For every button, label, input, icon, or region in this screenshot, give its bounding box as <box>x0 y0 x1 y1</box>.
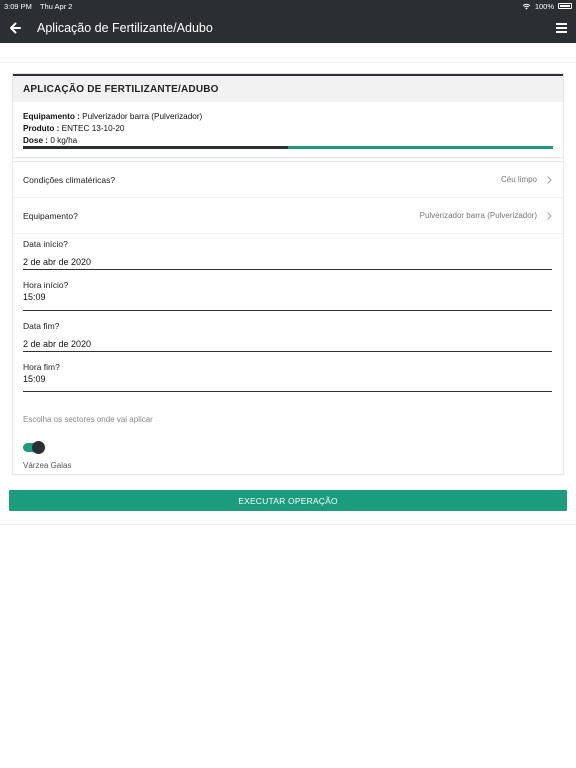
summary-equipment-label: Equipamento : <box>23 112 80 121</box>
equipment-label: Equipamento? <box>23 210 78 221</box>
menu-button[interactable] <box>546 12 576 43</box>
start-time-input[interactable]: 15:09 <box>23 292 46 302</box>
status-right: 100% <box>522 2 572 11</box>
start-date-label: Data início? <box>23 239 68 249</box>
execute-operation-button[interactable]: EXECUTAR OPERAÇÃO <box>9 490 567 511</box>
divider <box>0 524 576 525</box>
climate-row[interactable]: Condições climatéricas? Céu limpo <box>13 162 563 197</box>
hamburger-menu-icon <box>555 22 567 33</box>
form-card: Condições climatéricas? Céu limpo Equipa… <box>13 162 563 474</box>
sector-label: Várzea Galas <box>23 461 72 470</box>
wifi-icon <box>522 3 531 10</box>
end-time-underline <box>23 391 552 392</box>
chevron-right-icon <box>547 175 552 184</box>
summary-equipment-value: Pulverizador barra (Pulverizador) <box>82 112 203 121</box>
sector-toggle[interactable] <box>23 441 45 454</box>
equipment-value: Pulverizador barra (Pulverizador) <box>419 211 537 220</box>
summary-header: APLICAÇÃO DE FERTILIZANTE/ADUBO <box>13 76 563 102</box>
start-time-underline <box>23 310 552 311</box>
climate-value: Céu limpo <box>500 175 537 184</box>
end-date-underline <box>23 351 552 352</box>
toggle-knob <box>32 441 45 454</box>
battery-icon <box>558 3 572 9</box>
summary-product: Produto : ENTEC 13-10-20 <box>23 123 553 135</box>
status-time: 3:09 PM <box>4 1 32 11</box>
battery-percent: 100% <box>534 1 554 11</box>
summary-info: Equipamento : Pulverizador barra (Pulver… <box>13 102 563 147</box>
equipment-row[interactable]: Equipamento? Pulverizador barra (Pulveri… <box>13 198 563 233</box>
summary-dose-label: Dose : <box>23 136 49 145</box>
summary-product-value: ENTEC 13-10-20 <box>61 124 125 133</box>
summary-card: APLICAÇÃO DE FERTILIZANTE/ADUBO Equipame… <box>13 74 563 157</box>
arrow-left-icon <box>10 22 21 33</box>
end-time-label: Hora fim? <box>23 362 60 372</box>
progress-fill <box>23 146 288 149</box>
row-divider <box>13 233 563 234</box>
start-time-label: Hora início? <box>23 280 69 290</box>
summary-dose-value: 0 kg/ha <box>50 136 78 145</box>
nav-bar: Aplicação de Fertilizante/Adubo <box>0 12 576 43</box>
status-date: Thu Apr 2 <box>39 1 73 11</box>
chevron-right-icon <box>547 211 552 220</box>
sectors-hint: Escolha os sectores onde vai aplicar <box>23 415 153 424</box>
status-bar: 3:09 PM Thu Apr 2 100% <box>0 0 576 12</box>
end-date-input[interactable]: 2 de abr de 2020 <box>23 339 91 349</box>
back-button[interactable] <box>0 12 30 43</box>
summary-equipment: Equipamento : Pulverizador barra (Pulver… <box>23 111 553 123</box>
summary-product-label: Produto : <box>23 124 60 133</box>
start-date-input[interactable]: 2 de abr de 2020 <box>23 257 91 267</box>
progress-bar <box>23 146 553 149</box>
end-date-label: Data fim? <box>23 321 60 331</box>
climate-label: Condições climatéricas? <box>23 174 116 185</box>
start-date-underline <box>23 269 552 270</box>
divider <box>0 62 576 63</box>
end-time-input[interactable]: 15:09 <box>23 374 46 384</box>
page-title: Aplicação de Fertilizante/Adubo <box>37 20 213 35</box>
